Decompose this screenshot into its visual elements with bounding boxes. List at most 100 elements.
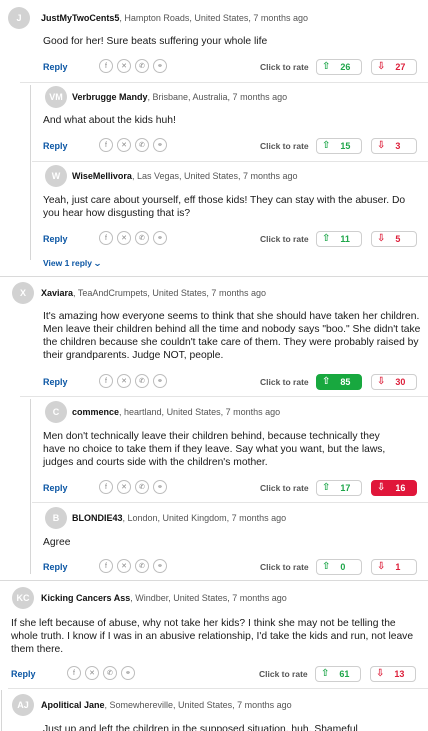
downvote-button[interactable]: ⇩ 13: [370, 666, 416, 682]
whatsapp-icon[interactable]: ✆: [135, 231, 149, 245]
reply-button[interactable]: Reply: [43, 562, 68, 572]
username[interactable]: Xaviara: [41, 288, 73, 298]
x-icon[interactable]: ✕: [117, 559, 131, 573]
share-buttons: f ✕ ✆ ⚭: [99, 138, 167, 152]
comment-text: Agree: [43, 537, 71, 548]
x-icon[interactable]: ✕: [117, 480, 131, 494]
username[interactable]: commence: [72, 407, 119, 417]
comment-header: Xaviara, TeaAndCrumpets, United States, …: [41, 288, 266, 298]
arrow-down-icon: ⇩: [377, 140, 386, 151]
username[interactable]: WiseMellivora: [72, 171, 132, 181]
facebook-icon[interactable]: f: [67, 666, 81, 680]
whatsapp-icon[interactable]: ✆: [135, 374, 149, 388]
facebook-icon[interactable]: f: [99, 59, 113, 73]
comment-header: WiseMellivora, Las Vegas, United States,…: [72, 171, 298, 181]
arrow-down-icon: ⇩: [377, 482, 386, 493]
link-icon[interactable]: ⚭: [153, 559, 167, 573]
whatsapp-icon[interactable]: ✆: [103, 666, 117, 680]
x-icon[interactable]: ✕: [117, 59, 131, 73]
username[interactable]: Verbrugge Mandy: [72, 92, 148, 102]
facebook-icon[interactable]: f: [99, 374, 113, 388]
comment-text: Just up and left the children in the sup…: [43, 724, 358, 731]
whatsapp-icon[interactable]: ✆: [135, 559, 149, 573]
separator: [8, 688, 428, 689]
whatsapp-icon[interactable]: ✆: [135, 59, 149, 73]
avatar: J: [8, 7, 30, 29]
upvote-count: 15: [340, 141, 351, 151]
x-icon[interactable]: ✕: [85, 666, 99, 680]
link-icon[interactable]: ⚭: [153, 374, 167, 388]
comment-header: Verbrugge Mandy, Brisbane, Australia, 7 …: [72, 92, 287, 102]
rate-label: Click to rate: [260, 62, 309, 72]
arrow-down-icon: ⇩: [377, 61, 386, 72]
link-icon[interactable]: ⚭: [121, 666, 135, 680]
downvote-count: 5: [395, 234, 401, 244]
facebook-icon[interactable]: f: [99, 480, 113, 494]
rate-label: Click to rate: [260, 234, 309, 244]
upvote-button[interactable]: ⇧ 17: [316, 480, 362, 496]
reply-button[interactable]: Reply: [11, 669, 36, 679]
rate-label: Click to rate: [260, 483, 309, 493]
comment-header: Apolitical Jane, Somewhereville, United …: [41, 700, 292, 710]
username[interactable]: Kicking Cancers Ass: [41, 593, 130, 603]
x-icon[interactable]: ✕: [117, 374, 131, 388]
facebook-icon[interactable]: f: [99, 559, 113, 573]
share-buttons: f ✕ ✆ ⚭: [67, 666, 135, 680]
rate-label: Click to rate: [259, 669, 308, 679]
upvote-count: 85: [340, 377, 351, 387]
downvote-button[interactable]: ⇩ 5: [371, 231, 417, 247]
whatsapp-icon[interactable]: ✆: [135, 138, 149, 152]
arrow-up-icon: ⇧: [322, 61, 331, 72]
x-icon[interactable]: ✕: [117, 138, 131, 152]
separator: [32, 161, 428, 162]
username[interactable]: JustMyTwoCents5: [41, 13, 119, 23]
reply-button[interactable]: Reply: [43, 141, 68, 151]
username[interactable]: Apolitical Jane: [41, 700, 105, 710]
facebook-icon[interactable]: f: [99, 231, 113, 245]
upvote-button[interactable]: ⇧ 61: [315, 666, 361, 682]
upvote-count: 11: [340, 234, 350, 244]
downvote-button[interactable]: ⇩ 1: [371, 559, 417, 575]
upvote-button[interactable]: ⇧ 15: [316, 138, 362, 154]
link-icon[interactable]: ⚭: [153, 138, 167, 152]
comment-meta: , TeaAndCrumpets, United States, 7 month…: [73, 288, 266, 298]
link-icon[interactable]: ⚭: [153, 59, 167, 73]
downvote-count: 3: [395, 141, 401, 151]
upvote-button[interactable]: ⇧ 85: [316, 374, 362, 390]
chevron-down-icon: ⌄: [93, 258, 103, 268]
downvote-button[interactable]: ⇩ 16: [371, 480, 417, 496]
reply-button[interactable]: Reply: [43, 377, 68, 387]
reply-button[interactable]: Reply: [43, 62, 68, 72]
downvote-button[interactable]: ⇩ 3: [371, 138, 417, 154]
upvote-count: 61: [339, 669, 350, 679]
link-icon[interactable]: ⚭: [153, 231, 167, 245]
comment-divider: [0, 580, 428, 581]
rate-label: Click to rate: [260, 141, 309, 151]
upvote-button[interactable]: ⇧ 0: [316, 559, 362, 575]
upvote-button[interactable]: ⇧ 11: [316, 231, 362, 247]
reply-button[interactable]: Reply: [43, 483, 68, 493]
downvote-count: 16: [395, 483, 406, 493]
downvote-button[interactable]: ⇩ 30: [371, 374, 417, 390]
x-icon[interactable]: ✕: [117, 231, 131, 245]
avatar: X: [12, 282, 34, 304]
comment-text: Good for her! Sure beats suffering your …: [43, 36, 268, 47]
comment-meta: , heartland, United States, 7 months ago: [119, 407, 281, 417]
whatsapp-icon[interactable]: ✆: [135, 480, 149, 494]
upvote-button[interactable]: ⇧ 26: [316, 59, 362, 75]
comment-text: If she left because of abuse, why not ta…: [11, 618, 414, 655]
link-icon[interactable]: ⚭: [153, 480, 167, 494]
separator: [32, 502, 428, 503]
arrow-up-icon: ⇧: [322, 482, 331, 493]
reply-button[interactable]: Reply: [43, 234, 68, 244]
username[interactable]: BLONDIE43: [72, 513, 123, 523]
share-buttons: f ✕ ✆ ⚭: [99, 374, 167, 388]
comment-divider: [0, 276, 428, 277]
share-buttons: f ✕ ✆ ⚭: [99, 559, 167, 573]
comment-header: Kicking Cancers Ass, Windber, United Sta…: [41, 593, 287, 603]
facebook-icon[interactable]: f: [99, 138, 113, 152]
reply-thread-line: [30, 85, 31, 260]
separator: [20, 396, 428, 397]
downvote-button[interactable]: ⇩ 27: [371, 59, 417, 75]
view-replies-button[interactable]: View 1 reply ⌄: [43, 258, 103, 269]
